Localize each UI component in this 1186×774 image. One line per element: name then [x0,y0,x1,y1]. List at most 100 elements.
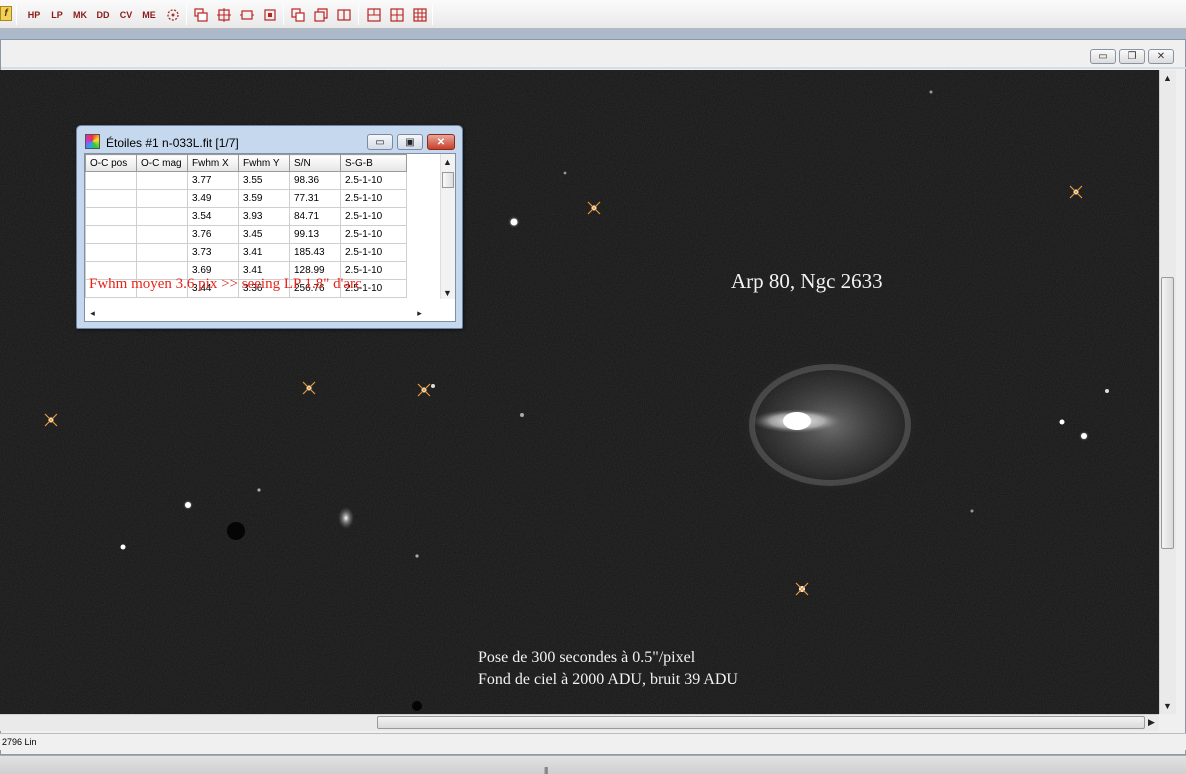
mdi-background [0,29,1186,39]
image-title-label: Arp 80, Ngc 2633 [731,269,883,293]
window-split-icon[interactable] [335,5,353,24]
document-close-button[interactable]: ✕ [1148,49,1174,64]
toolbar-separator [358,4,359,25]
table-cell: 3.49 [187,189,239,208]
app-root: f HP LP MK DD CV ME ▭ ❐ ✕ Arp 80, Ngc 26… [0,0,1186,774]
column-header[interactable]: O-C pos [85,154,137,172]
horizontal-scroll-thumb[interactable] [377,716,1145,729]
grid-scroll-thumb[interactable] [442,172,454,188]
table-cell [85,171,137,190]
caption-exposure: Pose de 300 secondes à 0.5"/pixel [478,649,696,666]
scroll-down-arrow-icon[interactable]: ▼ [1160,698,1175,713]
cv-button[interactable]: CV [115,5,137,24]
table-cell: 3.93 [238,207,290,226]
minimize-icon: ▭ [375,136,385,148]
window-tile-icon[interactable] [215,5,233,24]
star [185,502,191,508]
main-toolbar: f HP LP MK DD CV ME [0,0,1186,29]
document-frame-edge [1,67,1186,69]
table-cell [136,189,188,208]
table-header-row: O-C pos O-C mag Fwhm X Fwhm Y S/N S-G-B [85,154,407,172]
me-button[interactable]: ME [138,5,160,24]
star [415,554,419,558]
stars-maximize-button[interactable]: ▣ [397,134,423,150]
close-icon: ✕ [1156,50,1166,62]
table-row[interactable]: 3.76 3.45 99.13 2.5-1-10 [85,225,407,244]
table-row[interactable]: 3.49 3.59 77.31 2.5-1-10 [85,189,407,208]
scroll-up-arrow-icon[interactable]: ▲ [1160,70,1175,85]
status-text: 2796 Lin [2,737,37,747]
column-header[interactable]: Fwhm Y [238,154,290,172]
document-minimize-button[interactable]: ▭ [1090,49,1116,64]
stars-close-button[interactable]: ✕ [427,134,455,150]
table-cell: 2.5-1-10 [340,171,407,190]
table-cell: 3.76 [187,225,239,244]
mk-button[interactable]: MK [69,5,91,24]
table-cell: 2.5-1-10 [340,243,407,262]
grid-6-icon[interactable] [411,5,429,24]
window-small-icon[interactable] [261,5,279,24]
window-copy-icon[interactable] [289,5,307,24]
star [520,413,524,417]
table-cell: 77.31 [289,189,341,208]
minimize-icon: ▭ [1098,50,1108,62]
table-cell [85,225,137,244]
status-bar: 2796 Lin [0,733,1186,750]
grid-4-icon[interactable] [388,5,406,24]
table-cell: 2.5-1-10 [340,225,407,244]
dd-button[interactable]: DD [92,5,114,24]
table-cell: 3.59 [238,189,290,208]
small-galaxy [338,507,354,529]
vertical-scroll-thumb[interactable] [1161,277,1174,549]
table-row[interactable]: 3.54 3.93 84.71 2.5-1-10 [85,207,407,226]
document-restore-button[interactable]: ❐ [1119,49,1145,64]
grid-scroll-left-icon[interactable]: ◂ [85,306,100,321]
star [929,90,933,94]
table-cell [136,171,188,190]
table-cell: 3.54 [187,207,239,226]
toolbar-separator [283,4,284,25]
grid-2-icon[interactable] [365,5,383,24]
f-tool-button[interactable]: f [0,6,12,21]
grid-scroll-up-icon[interactable]: ▲ [440,154,455,169]
star [1105,389,1109,393]
stars-window-app-icon [85,134,100,149]
column-header[interactable]: O-C mag [136,154,188,172]
stars-minimize-button[interactable]: ▭ [367,134,393,150]
toolbar-separator [16,4,17,25]
stars-window-title: Étoiles #1 n-033L.fit [1/7] [106,136,239,150]
window-arrange-icon[interactable] [238,5,256,24]
table-cell [85,207,137,226]
table-cell: 98.36 [289,171,341,190]
hp-button[interactable]: HP [23,5,45,24]
star [1059,419,1065,425]
table-cell: 2.5-1-10 [340,189,407,208]
toolbar-separator [186,4,187,25]
dark-spot [227,522,245,540]
grid-scroll-right-icon[interactable]: ▸ [412,306,427,321]
grid-scroll-down-icon[interactable]: ▼ [440,285,455,300]
table-cell [136,207,188,226]
table-cell [136,243,188,262]
fwhm-summary-text: Fwhm moyen 3.6 pix >> seeing LP 1.8" d'a… [89,276,362,292]
table-row[interactable]: 3.73 3.41 185.43 2.5-1-10 [85,243,407,262]
table-cell: 84.71 [289,207,341,226]
table-row[interactable]: 3.77 3.55 98.36 2.5-1-10 [85,171,407,190]
column-header[interactable]: Fwhm X [187,154,239,172]
splitter-grip-icon[interactable]: ||| [544,766,548,774]
bottom-panel-bar [0,755,1186,774]
column-header[interactable]: S-G-B [340,154,407,172]
column-header[interactable]: S/N [289,154,341,172]
stars-window: Étoiles #1 n-033L.fit [1/7] ▭ ▣ ✕ O-C po… [76,125,463,329]
dark-spot [412,701,422,711]
filter-icon[interactable] [164,5,182,24]
scroll-right-arrow-icon[interactable]: ▶ [1144,715,1159,730]
window-restore-icon[interactable] [312,5,330,24]
table-cell: 3.77 [187,171,239,190]
star [257,488,261,492]
close-icon: ✕ [436,136,446,148]
stars-grid[interactable]: O-C pos O-C mag Fwhm X Fwhm Y S/N S-G-B … [84,153,456,322]
lp-button[interactable]: LP [46,5,68,24]
window-cascade-icon[interactable] [192,5,210,24]
restore-icon: ❐ [1127,50,1137,62]
